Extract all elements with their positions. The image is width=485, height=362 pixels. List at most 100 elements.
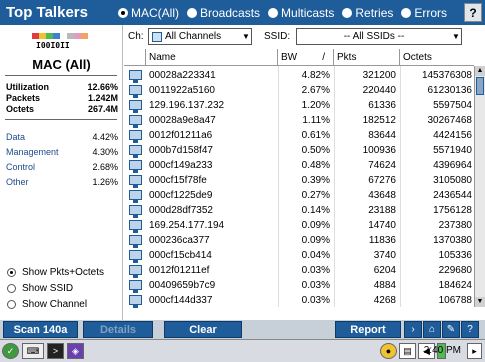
table-row[interactable]: 000cf1225de9 0.27% 43648 2436544 xyxy=(124,187,474,203)
help-icon[interactable]: ? xyxy=(461,321,479,338)
forward-icon[interactable]: › xyxy=(404,321,422,338)
details-button[interactable]: Details xyxy=(83,321,153,338)
category-value: 1.26% xyxy=(92,177,118,187)
network-node-icon xyxy=(128,115,142,128)
cell-octets: 5597504 xyxy=(433,99,472,111)
cell-name: 00409659b7c9 xyxy=(149,279,216,291)
taskbar: ✓ ⌨ > ◈ ● ▤ ◀ 2:40 PM ▸ xyxy=(0,339,485,362)
mode-radio-mac-all[interactable]: MAC(All) xyxy=(118,6,179,20)
table-row[interactable]: 0011922a5160 2.67% 220440 61230136 xyxy=(124,82,474,98)
category-other[interactable]: Other 1.26% xyxy=(6,177,118,187)
category-value: 2.68% xyxy=(92,162,118,172)
cell-octets: 229680 xyxy=(438,264,472,276)
cell-bw: 0.14% xyxy=(301,204,330,216)
table-row[interactable]: 000cf144d337 0.03% 4268 106788 xyxy=(124,292,474,308)
mode-label: Multicasts xyxy=(281,5,335,20)
status-icon[interactable]: ● xyxy=(380,343,397,359)
mode-radio-errors[interactable]: Errors xyxy=(401,6,447,20)
mode-radio-multicasts[interactable]: Multicasts xyxy=(268,6,334,20)
network-node-icon xyxy=(128,130,142,143)
category-control[interactable]: Control 2.68% xyxy=(6,162,118,172)
category-value: 4.42% xyxy=(92,132,118,142)
cell-name: 000cf144d337 xyxy=(149,294,213,306)
cell-octets: 1756128 xyxy=(433,204,472,216)
report-button[interactable]: Report xyxy=(335,321,401,338)
scroll-down-icon[interactable]: ▼ xyxy=(475,297,485,307)
stat-label: Packets xyxy=(6,93,41,103)
table-row[interactable]: 000cf15f78fe 0.39% 67276 3105080 xyxy=(124,172,474,188)
row-icon-cell xyxy=(124,82,146,98)
cell-bw: 0.61% xyxy=(301,129,330,141)
start-icon[interactable]: ✓ xyxy=(2,343,19,359)
terminal-icon[interactable]: > xyxy=(47,343,64,359)
mode-radio-retries[interactable]: Retries xyxy=(342,6,393,20)
table-row[interactable]: 00028a9e8a47 1.11% 182512 30267468 xyxy=(124,112,474,128)
network-node-icon xyxy=(128,160,142,173)
clear-button[interactable]: Clear xyxy=(164,321,242,338)
category-data[interactable]: Data 4.42% xyxy=(6,132,118,142)
cell-octets: 106788 xyxy=(438,294,472,306)
cell-pkts: 182512 xyxy=(362,114,396,126)
channel-dropdown[interactable]: All Channels ▼ xyxy=(148,28,252,45)
radio-icon xyxy=(342,7,353,18)
tools-icon[interactable]: ✎ xyxy=(442,321,460,338)
header-octets[interactable]: Octets xyxy=(400,49,474,65)
table-row[interactable]: 0012f01211ef 0.03% 6204 229680 xyxy=(124,262,474,278)
header-name[interactable]: Name xyxy=(146,49,278,65)
category-label: Control xyxy=(6,162,36,172)
show-channel-radio[interactable]: Show Channel xyxy=(7,299,87,310)
table-row[interactable]: 00409659b7c9 0.03% 4884 184624 xyxy=(124,277,474,293)
help-button[interactable]: ? xyxy=(464,3,482,22)
show-ssid-radio[interactable]: Show SSID xyxy=(7,283,73,294)
table-row[interactable]: 000cf15cb414 0.04% 3740 105336 xyxy=(124,247,474,263)
cell-bw: 0.50% xyxy=(301,144,330,156)
tray-menu-icon[interactable]: ▸ xyxy=(467,343,482,359)
stat-value: 12.66% xyxy=(87,82,118,92)
table-row[interactable]: 000cf149a233 0.48% 74624 4396964 xyxy=(124,157,474,173)
header-pkts[interactable]: Pkts xyxy=(334,49,400,65)
table-row[interactable]: 000d28df7352 0.14% 23188 1756128 xyxy=(124,202,474,218)
network-app-icon[interactable]: ◈ xyxy=(67,343,84,359)
network-node-icon xyxy=(128,295,142,308)
cell-name: 000b7d158f47 xyxy=(149,144,213,156)
network-node-icon xyxy=(128,250,142,263)
option-label: Show SSID xyxy=(22,283,74,294)
radio-icon xyxy=(187,7,197,18)
category-management[interactable]: Management 4.30% xyxy=(6,147,118,157)
cell-bw: 0.03% xyxy=(301,294,330,306)
cell-pkts: 3740 xyxy=(373,249,396,261)
channel-label: Ch: xyxy=(128,31,144,42)
stat-packets: Packets 1.242M xyxy=(6,93,118,103)
table-row[interactable]: 0012f01211a6 0.61% 83644 4424156 xyxy=(124,127,474,143)
ssid-dropdown[interactable]: -- All SSIDs -- ▼ xyxy=(296,28,462,45)
row-icon-cell xyxy=(124,67,146,83)
mode-radio-broadcasts[interactable]: Broadcasts xyxy=(187,6,260,20)
cell-name: 00028a9e8a47 xyxy=(149,114,216,126)
row-icon-cell xyxy=(124,112,146,128)
scroll-thumb[interactable] xyxy=(476,77,484,95)
table-scrollbar[interactable]: ▲ ▼ xyxy=(474,66,485,307)
table-row[interactable]: 00028a223341 4.82% 321200 145376308 xyxy=(124,67,474,83)
cell-octets: 5571940 xyxy=(433,144,472,156)
keyboard-icon[interactable]: ⌨ xyxy=(22,343,44,359)
scan-button[interactable]: Scan 140a xyxy=(3,321,78,338)
radio-icon xyxy=(268,7,279,18)
radio-icon xyxy=(7,300,16,309)
table-row[interactable]: 129.196.137.232 1.20% 61336 5597504 xyxy=(124,97,474,113)
clipboard-icon[interactable]: ▤ xyxy=(399,343,416,359)
cell-octets: 30267468 xyxy=(427,114,473,126)
radio-selected-icon xyxy=(7,268,16,277)
color-swatch xyxy=(32,33,39,39)
table-row[interactable]: 169.254.177.194 0.09% 14740 237380 xyxy=(124,217,474,233)
show-pkts-octets-radio[interactable]: Show Pkts+Octets xyxy=(7,267,104,278)
table-row[interactable]: 000b7d158f47 0.50% 100936 5571940 xyxy=(124,142,474,158)
cell-pkts: 220440 xyxy=(362,84,396,96)
color-swatch xyxy=(39,33,46,39)
table-row[interactable]: 000236ca377 0.09% 11836 1370380 xyxy=(124,232,474,248)
network-node-icon xyxy=(128,70,142,83)
home-icon[interactable]: ⌂ xyxy=(423,321,441,338)
color-swatch xyxy=(74,33,81,39)
scroll-up-icon[interactable]: ▲ xyxy=(475,66,485,76)
header-bw[interactable]: BW / xyxy=(278,49,334,65)
network-node-icon xyxy=(128,100,142,113)
